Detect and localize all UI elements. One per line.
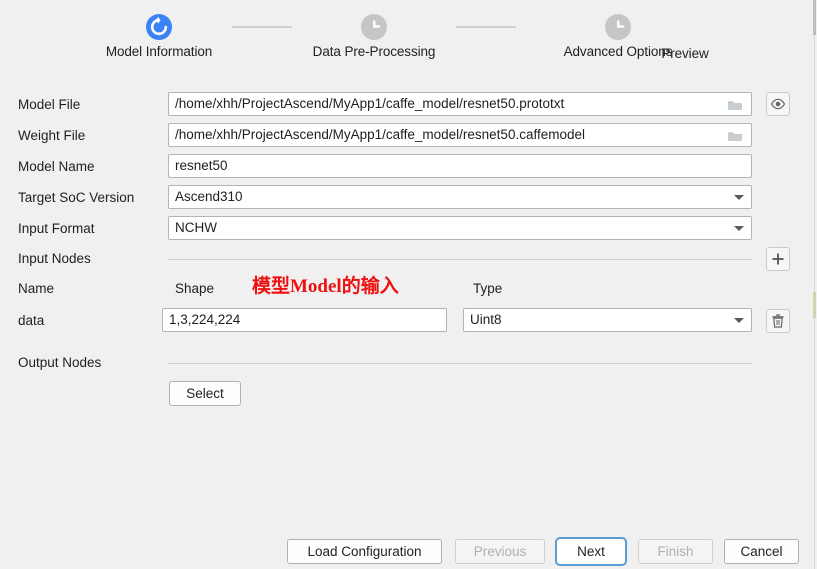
model-file-browse-button[interactable] (722, 93, 748, 115)
column-header-shape: Shape (175, 281, 215, 296)
model-preview-button[interactable] (766, 92, 790, 116)
model-file-label: Model File (18, 97, 81, 112)
row-model-file: Model File /home/xhh/ProjectAscend/MyApp… (0, 92, 817, 118)
input-format-select[interactable]: NCHW (168, 216, 752, 240)
annotation-model-input: 模型Model的输入 (252, 276, 399, 297)
step-label: Data Pre-Processing (312, 44, 436, 59)
model-file-input[interactable]: /home/xhh/ProjectAscend/MyApp1/caffe_mod… (168, 92, 752, 116)
previous-button: Previous (455, 539, 545, 564)
plus-icon (772, 253, 784, 265)
input-format-value: NCHW (175, 220, 217, 235)
clock-icon (605, 14, 631, 40)
output-nodes-section-label: Output Nodes (18, 355, 102, 370)
next-button[interactable]: Next (557, 539, 625, 564)
chevron-down-icon (734, 318, 744, 323)
weight-file-label: Weight File (18, 128, 86, 143)
step-connector-1 (232, 26, 292, 28)
scrollbar-marker (813, 292, 816, 318)
target-soc-version-value: Ascend310 (175, 189, 243, 204)
step-label: Model Information (105, 44, 213, 59)
row-input-nodes: Input Nodes (0, 246, 817, 272)
input-node-name: data (18, 313, 45, 328)
row-model-name: Model Name resnet50 (0, 154, 817, 180)
row-input-format: Input Format NCHW (0, 216, 817, 242)
weight-file-browse-button[interactable] (722, 124, 748, 146)
weight-file-input[interactable]: /home/xhh/ProjectAscend/MyApp1/caffe_mod… (168, 123, 752, 147)
refresh-icon (146, 14, 172, 40)
input-node-type-select[interactable]: Uint8 (463, 308, 752, 332)
column-header-name: Name (18, 281, 55, 296)
add-input-node-button[interactable] (766, 247, 790, 271)
folder-icon (728, 132, 742, 141)
eye-icon (770, 98, 786, 110)
input-format-label: Input Format (18, 221, 95, 236)
vertical-scrollbar-track[interactable] (814, 0, 815, 569)
wizard-stepper: Model Information Data Pre-Processing Ad… (0, 14, 817, 76)
cancel-button[interactable]: Cancel (724, 539, 799, 564)
chevron-down-icon (734, 195, 744, 200)
step-connector-2 (456, 26, 516, 28)
input-nodes-section-label: Input Nodes (18, 251, 91, 266)
delete-input-node-button[interactable] (766, 309, 790, 333)
row-target-soc-version: Target SoC Version Ascend310 (0, 185, 817, 211)
select-output-nodes-button[interactable]: Select (169, 381, 241, 406)
chevron-down-icon (734, 226, 744, 231)
model-name-input[interactable]: resnet50 (168, 154, 752, 178)
step-model-information[interactable]: Model Information (69, 14, 249, 59)
load-configuration-button[interactable]: Load Configuration (287, 539, 442, 564)
input-node-type-value: Uint8 (470, 312, 502, 327)
row-output-nodes: Output Nodes (0, 350, 817, 376)
input-node-shape-input[interactable]: 1,3,224,224 (162, 308, 447, 332)
input-node-row: data 1,3,224,224 Uint8 (0, 308, 817, 334)
column-header-type: Type (473, 281, 503, 296)
target-soc-version-select[interactable]: Ascend310 (168, 185, 752, 209)
model-name-label: Model Name (18, 159, 95, 174)
step-label: Preview (661, 46, 709, 61)
output-nodes-separator (168, 363, 752, 364)
target-soc-version-label: Target SoC Version (18, 190, 135, 205)
input-nodes-separator (168, 259, 752, 260)
vertical-scrollbar-thumb[interactable] (813, 0, 816, 35)
finish-button: Finish (638, 539, 713, 564)
trash-icon (772, 314, 784, 328)
clock-icon (361, 14, 387, 40)
step-data-pre-processing[interactable]: Data Pre-Processing (284, 14, 464, 59)
folder-icon (728, 101, 742, 110)
step-preview[interactable]: Preview (615, 46, 755, 61)
row-weight-file: Weight File /home/xhh/ProjectAscend/MyAp… (0, 123, 817, 149)
input-nodes-column-headers: Name Shape 模型Model的输入 Type (0, 276, 817, 302)
